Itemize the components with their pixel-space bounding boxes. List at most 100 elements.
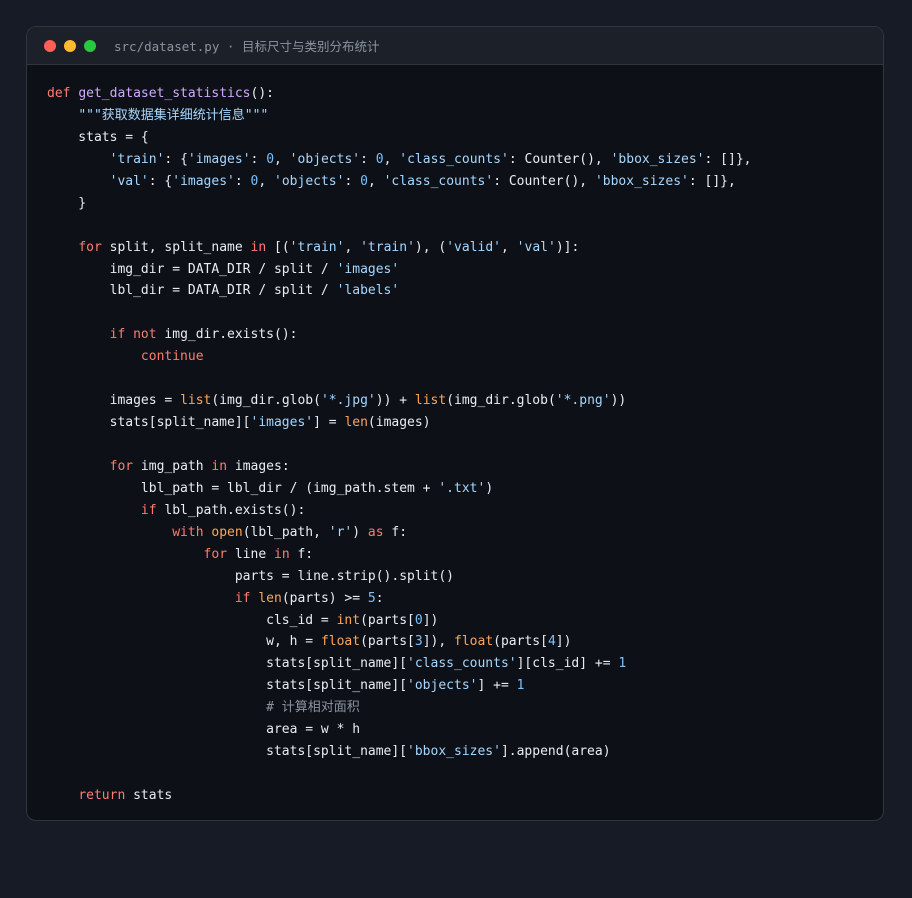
code-line: if len(parts) >= 5:	[47, 588, 751, 610]
code-token: lbl_path = lbl_dir / (img_path.stem +	[47, 480, 439, 496]
string-token: 'bbox_sizes'	[407, 744, 501, 760]
code-token: img_path	[133, 458, 212, 474]
keyword-token: continue	[140, 349, 204, 365]
code-line: continue	[47, 346, 751, 368]
code-line: w, h = float(parts[3]), float(parts[4])	[47, 631, 751, 653]
window-titlebar: src/dataset.py · 目标尺寸与类别分布统计	[27, 27, 883, 65]
number-token: 4	[547, 634, 556, 650]
code-token: lbl_dir = DATA_DIR / split /	[47, 283, 337, 299]
code-token: ]),	[422, 634, 455, 650]
builtin-token: list	[414, 393, 447, 409]
code-token: cls_id =	[47, 612, 337, 628]
number-token: 1	[618, 656, 627, 672]
code-token: w, h =	[47, 634, 321, 650]
code-token: ])	[422, 612, 439, 628]
code-token: )) +	[375, 393, 415, 409]
code-token: (lbl_path,	[242, 524, 329, 540]
string-token: 'images'	[336, 261, 400, 277]
code-token: }	[47, 195, 87, 211]
code-token: : {	[148, 173, 173, 189]
code-token: ] +=	[477, 678, 517, 694]
code-token: ():	[250, 86, 274, 101]
keyword-token: def	[47, 86, 71, 101]
string-token: 'class_counts'	[399, 151, 509, 167]
code-token: stats[split_name][	[47, 415, 251, 431]
code-token: ,	[258, 173, 275, 189]
string-token: 'labels'	[336, 283, 400, 299]
code-token: )	[485, 480, 494, 496]
close-dot-icon[interactable]	[44, 39, 56, 52]
code-line: 'train': {'images': 0, 'objects': 0, 'cl…	[47, 149, 752, 171]
window-title: src/dataset.py · 目标尺寸与类别分布统计	[114, 36, 379, 55]
code-token: f:	[383, 524, 408, 540]
keyword-token: return	[78, 788, 126, 803]
code-token: :	[234, 173, 251, 189]
number-token: 0	[375, 151, 384, 167]
string-token: 'images'	[187, 151, 251, 167]
string-token: 'bbox_sizes'	[594, 173, 689, 189]
string-token: 'class_counts'	[407, 656, 517, 672]
function-name-token: get_dataset_statistics	[78, 86, 251, 101]
code-token: img_dir.exists():	[156, 327, 298, 343]
string-token: 'valid'	[446, 239, 502, 255]
code-line: stats[split_name]['bbox_sizes'].append(a…	[47, 741, 751, 763]
code-token: )]:	[555, 239, 580, 255]
code-line: return stats	[47, 785, 751, 807]
code-token: ), (	[414, 239, 447, 255]
code-block: def get_dataset_statistics(): """获取数据集详细…	[47, 83, 751, 807]
builtin-token: float	[320, 634, 361, 650]
string-token: 'objects'	[407, 678, 478, 694]
keyword-token: in	[211, 458, 228, 474]
code-token: )	[352, 524, 368, 540]
code-token: ,	[383, 151, 400, 167]
code-line: stats[split_name]['objects'] += 1	[47, 675, 751, 697]
string-token: '*.png'	[555, 393, 611, 409]
code-window: src/dataset.py · 目标尺寸与类别分布统计 def get_dat…	[26, 26, 884, 821]
code-token: : []},	[688, 173, 736, 189]
code-token: stats[split_name][	[47, 744, 408, 760]
string-token: """获取数据集详细统计信息"""	[78, 107, 269, 123]
code-token: stats[split_name][	[47, 656, 408, 672]
keyword-token: for	[78, 239, 102, 255]
number-token: 0	[266, 151, 275, 167]
string-token: 'objects'	[289, 151, 361, 167]
code-token: (parts[	[493, 634, 548, 650]
number-token: 0	[360, 173, 368, 189]
code-token: images =	[47, 393, 181, 409]
code-token: stats	[125, 788, 173, 803]
code-token: line	[227, 546, 274, 562]
code-line: stats[split_name]['images'] = len(images…	[47, 412, 751, 434]
string-token: 'val'	[109, 173, 149, 189]
code-token: images:	[227, 458, 290, 474]
keyword-token: with	[172, 524, 204, 540]
code-line: stats[split_name]['class_counts'][cls_id…	[47, 653, 751, 675]
code-line: stats = {	[47, 127, 751, 149]
code-line: area = w * h	[47, 719, 751, 741]
string-token: '.txt'	[438, 480, 486, 496]
code-token: (parts[	[360, 612, 415, 628]
builtin-token: float	[454, 634, 494, 650]
code-token: ,	[274, 151, 290, 167]
code-token: ])	[555, 634, 572, 650]
maximize-dot-icon[interactable]	[84, 39, 96, 52]
code-token: parts = line.strip().split()	[47, 568, 454, 584]
number-token: 0	[414, 612, 423, 628]
code-token: split, split_name	[101, 239, 251, 255]
code-token: img_dir = DATA_DIR / split /	[47, 261, 337, 277]
code-line: def get_dataset_statistics():	[47, 83, 751, 105]
code-token: : Counter(),	[508, 151, 611, 167]
minimize-dot-icon[interactable]	[64, 39, 76, 52]
code-token: :	[360, 151, 376, 167]
string-token: 'bbox_sizes'	[610, 151, 705, 167]
code-token: (images)	[367, 415, 431, 431]
